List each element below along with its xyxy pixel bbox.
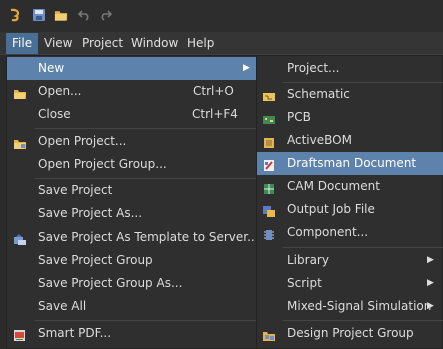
menu-item-label: Output Job File [287, 202, 375, 216]
menu-item-label: Script [287, 276, 322, 290]
smart-pdf-icon [13, 327, 27, 341]
pcb-icon [262, 111, 276, 124]
menu-item-label: Mixed-Signal Simulation [287, 299, 432, 313]
menu-item-label: Project... [287, 61, 340, 75]
menu-item-label: Schematic [287, 87, 350, 101]
menu-item-label: PCB [287, 110, 311, 124]
undo-icon[interactable] [77, 8, 91, 22]
menu-item-label: Design Project Group [287, 326, 414, 340]
menu-item-label: Save Project As... [38, 206, 143, 220]
menu-item-label: Save Project As Template to Server... [38, 230, 259, 244]
new-submenu: Project... Schematic PCB ActiveBOM Draft… [256, 55, 443, 349]
menu-window[interactable]: Window [125, 33, 184, 54]
menu-item-label: Library [287, 253, 329, 267]
submenu-arrow-icon: ▶ [427, 301, 434, 311]
file-menu: New ▶ Open... Ctrl+O Close Ctrl+F4 Open … [6, 55, 259, 349]
menu-item-label: Open Project Group... [38, 157, 167, 171]
menu-item-cam-document[interactable]: CAM Document [257, 175, 443, 198]
menu-separator [283, 247, 443, 248]
project-folder-icon [13, 135, 27, 149]
open-folder-icon[interactable] [54, 8, 68, 22]
menu-item-label: Save All [38, 299, 87, 313]
menu-item-open-project[interactable]: Open Project... [7, 130, 256, 153]
menu-item-save-project-as[interactable]: Save Project As... [7, 202, 256, 225]
schematic-icon [262, 88, 276, 101]
menu-item-open[interactable]: Open... Ctrl+O [7, 80, 256, 103]
submenu-arrow-icon: ▶ [427, 255, 434, 265]
menu-item-shortcut: Ctrl+O [193, 84, 234, 98]
menu-item-design-project-group[interactable]: Design Project Group [257, 322, 443, 345]
menu-item-draftsman-document[interactable]: Draftsman Document [257, 152, 443, 175]
menu-item-label: CAM Document [287, 179, 380, 193]
cam-icon [262, 180, 276, 194]
menu-item-save-project-group[interactable]: Save Project Group [7, 249, 256, 272]
menu-item-label: Open... [38, 84, 82, 98]
menu-item-mixed-signal-simulation[interactable]: Mixed-Signal Simulation ▶ [257, 295, 443, 318]
menu-view[interactable]: View [38, 33, 78, 54]
menu-item-schematic[interactable]: Schematic [257, 83, 443, 106]
menu-item-close[interactable]: Close Ctrl+F4 [7, 103, 256, 126]
menu-item-label: Smart PDF... [38, 326, 112, 340]
menu-help[interactable]: Help [181, 33, 220, 54]
output-job-icon [262, 203, 276, 217]
app-logo-icon[interactable] [8, 8, 22, 22]
menu-item-open-project-group[interactable]: Open Project Group... [7, 153, 256, 176]
submenu-arrow-icon: ▶ [243, 63, 250, 73]
menu-item-pcb[interactable]: PCB [257, 106, 443, 129]
menu-item-component[interactable]: Component... [257, 221, 443, 244]
component-icon [262, 226, 276, 240]
menu-item-project[interactable]: Project... [257, 57, 443, 80]
menubar: File View Project Window Help [0, 32, 443, 55]
menu-item-library[interactable]: Library ▶ [257, 249, 443, 272]
menu-item-save-project[interactable]: Save Project [7, 179, 256, 202]
menu-item-save-project-group-as[interactable]: Save Project Group As... [7, 272, 256, 295]
menu-item-script[interactable]: Script ▶ [257, 272, 443, 295]
menu-item-label: Component... [287, 225, 369, 239]
open-folder-icon [13, 85, 27, 99]
menu-separator [35, 128, 256, 129]
save-icon[interactable] [32, 8, 46, 22]
menu-separator [35, 320, 256, 321]
toolbar [0, 0, 443, 32]
menu-item-label: New [38, 61, 65, 75]
menu-project[interactable]: Project [76, 33, 129, 54]
menu-item-label: ActiveBOM [287, 133, 352, 147]
menu-item-activebom[interactable]: ActiveBOM [257, 129, 443, 152]
menu-item-label: Draftsman Document [287, 156, 417, 170]
redo-icon[interactable] [98, 8, 112, 22]
draftsman-icon [262, 157, 276, 171]
menu-item-save-project-as-template[interactable]: Save Project As Template to Server... [7, 226, 259, 249]
menu-item-label: Save Project Group As... [38, 276, 183, 290]
menu-item-output-job-file[interactable]: Output Job File [257, 198, 443, 221]
menu-item-label: Open Project... [38, 134, 127, 148]
menu-separator [283, 320, 443, 321]
submenu-arrow-icon: ▶ [427, 278, 434, 288]
menu-item-shortcut: Ctrl+F4 [192, 107, 238, 121]
menu-item-label: Save Project [38, 183, 113, 197]
bom-icon [262, 134, 276, 148]
menu-item-label: Save Project Group [38, 253, 153, 267]
menu-file[interactable]: File [6, 33, 39, 54]
menu-item-save-all[interactable]: Save All [7, 295, 256, 318]
server-upload-icon [13, 231, 27, 245]
menu-item-smart-pdf[interactable]: Smart PDF... [7, 322, 256, 345]
menu-item-label: Close [38, 107, 71, 121]
menu-item-new[interactable]: New ▶ [7, 57, 256, 80]
project-group-icon [262, 327, 276, 341]
